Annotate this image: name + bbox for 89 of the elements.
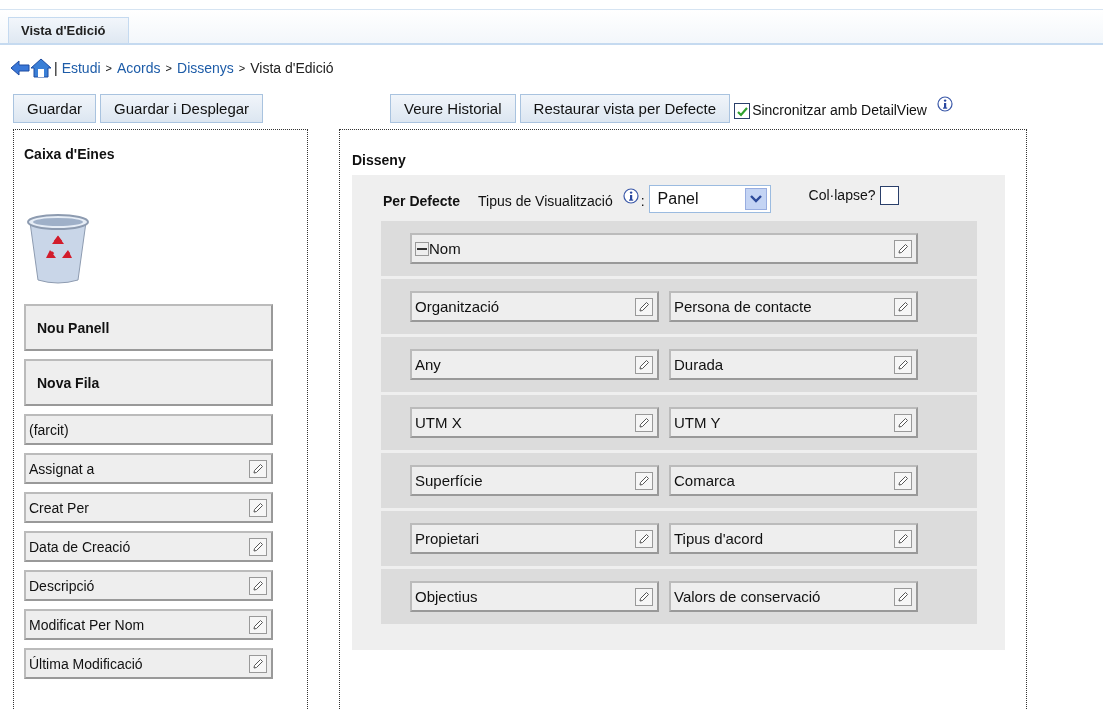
layout-field[interactable]: Any <box>410 349 659 380</box>
layout-field[interactable]: UTM X <box>410 407 659 438</box>
toolbar-button[interactable]: Restaurar vista per Defecte <box>519 94 731 123</box>
edit-pencil-icon <box>249 654 267 673</box>
breadcrumb-link[interactable]: Estudi <box>61 60 101 76</box>
field-label: Organització <box>415 298 500 315</box>
field-label: Valors de conservació <box>674 588 821 605</box>
layout-field[interactable]: Nom <box>410 233 918 264</box>
edit-pencil-icon <box>635 413 653 432</box>
edit-pencil-icon <box>249 537 267 556</box>
toolbox-field[interactable]: Assignat a <box>24 453 273 484</box>
toolbox-field[interactable]: Data de Creació <box>24 531 273 562</box>
field-label: Durada <box>674 356 724 373</box>
breadcrumb-link[interactable]: Dissenys <box>177 60 234 76</box>
field-label: Modificat Per Nom <box>29 616 145 633</box>
collapse-label: Col·lapse? <box>808 187 876 203</box>
edit-pencil-icon <box>894 413 912 432</box>
design-title: Disseny <box>352 152 407 168</box>
layout-field[interactable]: Valors de conservació <box>669 581 918 612</box>
toolbox-field[interactable]: Última Modificació <box>24 648 273 679</box>
field-label: UTM Y <box>674 414 721 431</box>
field-label: Creat Per <box>29 499 89 516</box>
layout-field[interactable]: UTM Y <box>669 407 918 438</box>
field-label: Tipus d'acord <box>674 530 764 547</box>
edit-pencil-icon <box>249 576 267 595</box>
layout-field[interactable]: Tipus d'acord <box>669 523 918 554</box>
layout-field[interactable]: Durada <box>669 349 918 380</box>
field-label: Assignat a <box>29 460 95 477</box>
view-type-label: Tipus de Visualització <box>478 193 613 209</box>
edit-pencil-icon <box>635 297 653 316</box>
tab[interactable]: Vista d'Edició <box>8 17 129 43</box>
field-label: Data de Creació <box>29 538 131 555</box>
layout-field[interactable]: Persona de contacte <box>669 291 918 322</box>
edit-pencil-icon <box>249 459 267 478</box>
sync-label: Sincronitzar amb DetailView <box>752 102 927 118</box>
info-icon <box>622 188 639 204</box>
view-type-colon: : <box>640 193 645 209</box>
toolbox-title: Caixa d'Eines <box>24 146 115 162</box>
edit-pencil-icon <box>894 355 912 374</box>
sync-checkbox[interactable] <box>734 103 751 119</box>
home-icon <box>30 58 52 78</box>
toolbar-button[interactable]: Guardar <box>13 94 97 123</box>
panel-label: Per Defecte <box>383 193 461 209</box>
breadcrumb-link[interactable]: Acords <box>117 60 161 76</box>
divider-text: | <box>54 60 58 76</box>
field-label: Descripció <box>29 577 95 594</box>
info-icon <box>936 96 953 112</box>
breadcrumb-separator: > <box>165 62 172 74</box>
collapse-checkbox[interactable] <box>879 186 899 205</box>
field-label: UTM X <box>415 414 462 431</box>
layout-field[interactable]: Propietari <box>410 523 659 554</box>
field-label: Persona de contacte <box>674 298 812 315</box>
edit-pencil-icon <box>894 471 912 490</box>
breadcrumb-separator: > <box>105 62 112 74</box>
field-label: Any <box>415 356 441 373</box>
toolbar-button[interactable]: Veure Historial <box>390 94 516 123</box>
new-row-item[interactable]: Nova Fila <box>24 359 273 406</box>
filler-item[interactable]: (farcit) <box>24 414 273 445</box>
edit-pencil-icon <box>635 471 653 490</box>
field-label: Nom <box>429 240 462 257</box>
layout-field[interactable]: Superfície <box>410 465 659 496</box>
field-label: Comarca <box>674 472 735 489</box>
toolbox-field[interactable]: Modificat Per Nom <box>24 609 273 640</box>
breadcrumb-separator: > <box>238 62 246 74</box>
toolbox-field[interactable]: Creat Per <box>24 492 273 523</box>
layout-field[interactable]: Organització <box>410 291 659 322</box>
edit-pencil-icon <box>249 498 267 517</box>
toolbox-field[interactable]: Descripció <box>24 570 273 601</box>
edit-pencil-icon <box>635 587 653 606</box>
toolbar-button[interactable]: Guardar i Desplegar <box>100 94 264 123</box>
field-label: Propietari <box>415 530 480 547</box>
breadcrumb-current: Vista d'Edició <box>250 60 334 76</box>
edit-pencil-icon <box>635 529 653 548</box>
back-arrow-icon <box>10 59 30 77</box>
field-label: Objectius <box>415 588 478 605</box>
layout-field[interactable]: Comarca <box>669 465 918 496</box>
view-type-dropdown[interactable]: Panel <box>648 185 771 213</box>
field-label: Última Modificació <box>29 655 143 672</box>
field-label: Superfície <box>415 472 483 489</box>
edit-pencil-icon <box>249 615 267 634</box>
minus-icon <box>415 241 429 256</box>
edit-pencil-icon <box>894 297 912 316</box>
recycle-bin-icon <box>26 212 90 284</box>
edit-pencil-icon <box>894 529 912 548</box>
edit-pencil-icon <box>894 587 912 606</box>
layout-field[interactable]: Objectius <box>410 581 659 612</box>
new-panel-item[interactable]: Nou Panell <box>24 304 273 351</box>
edit-pencil-icon <box>635 355 653 374</box>
edit-pencil-icon <box>894 239 912 258</box>
